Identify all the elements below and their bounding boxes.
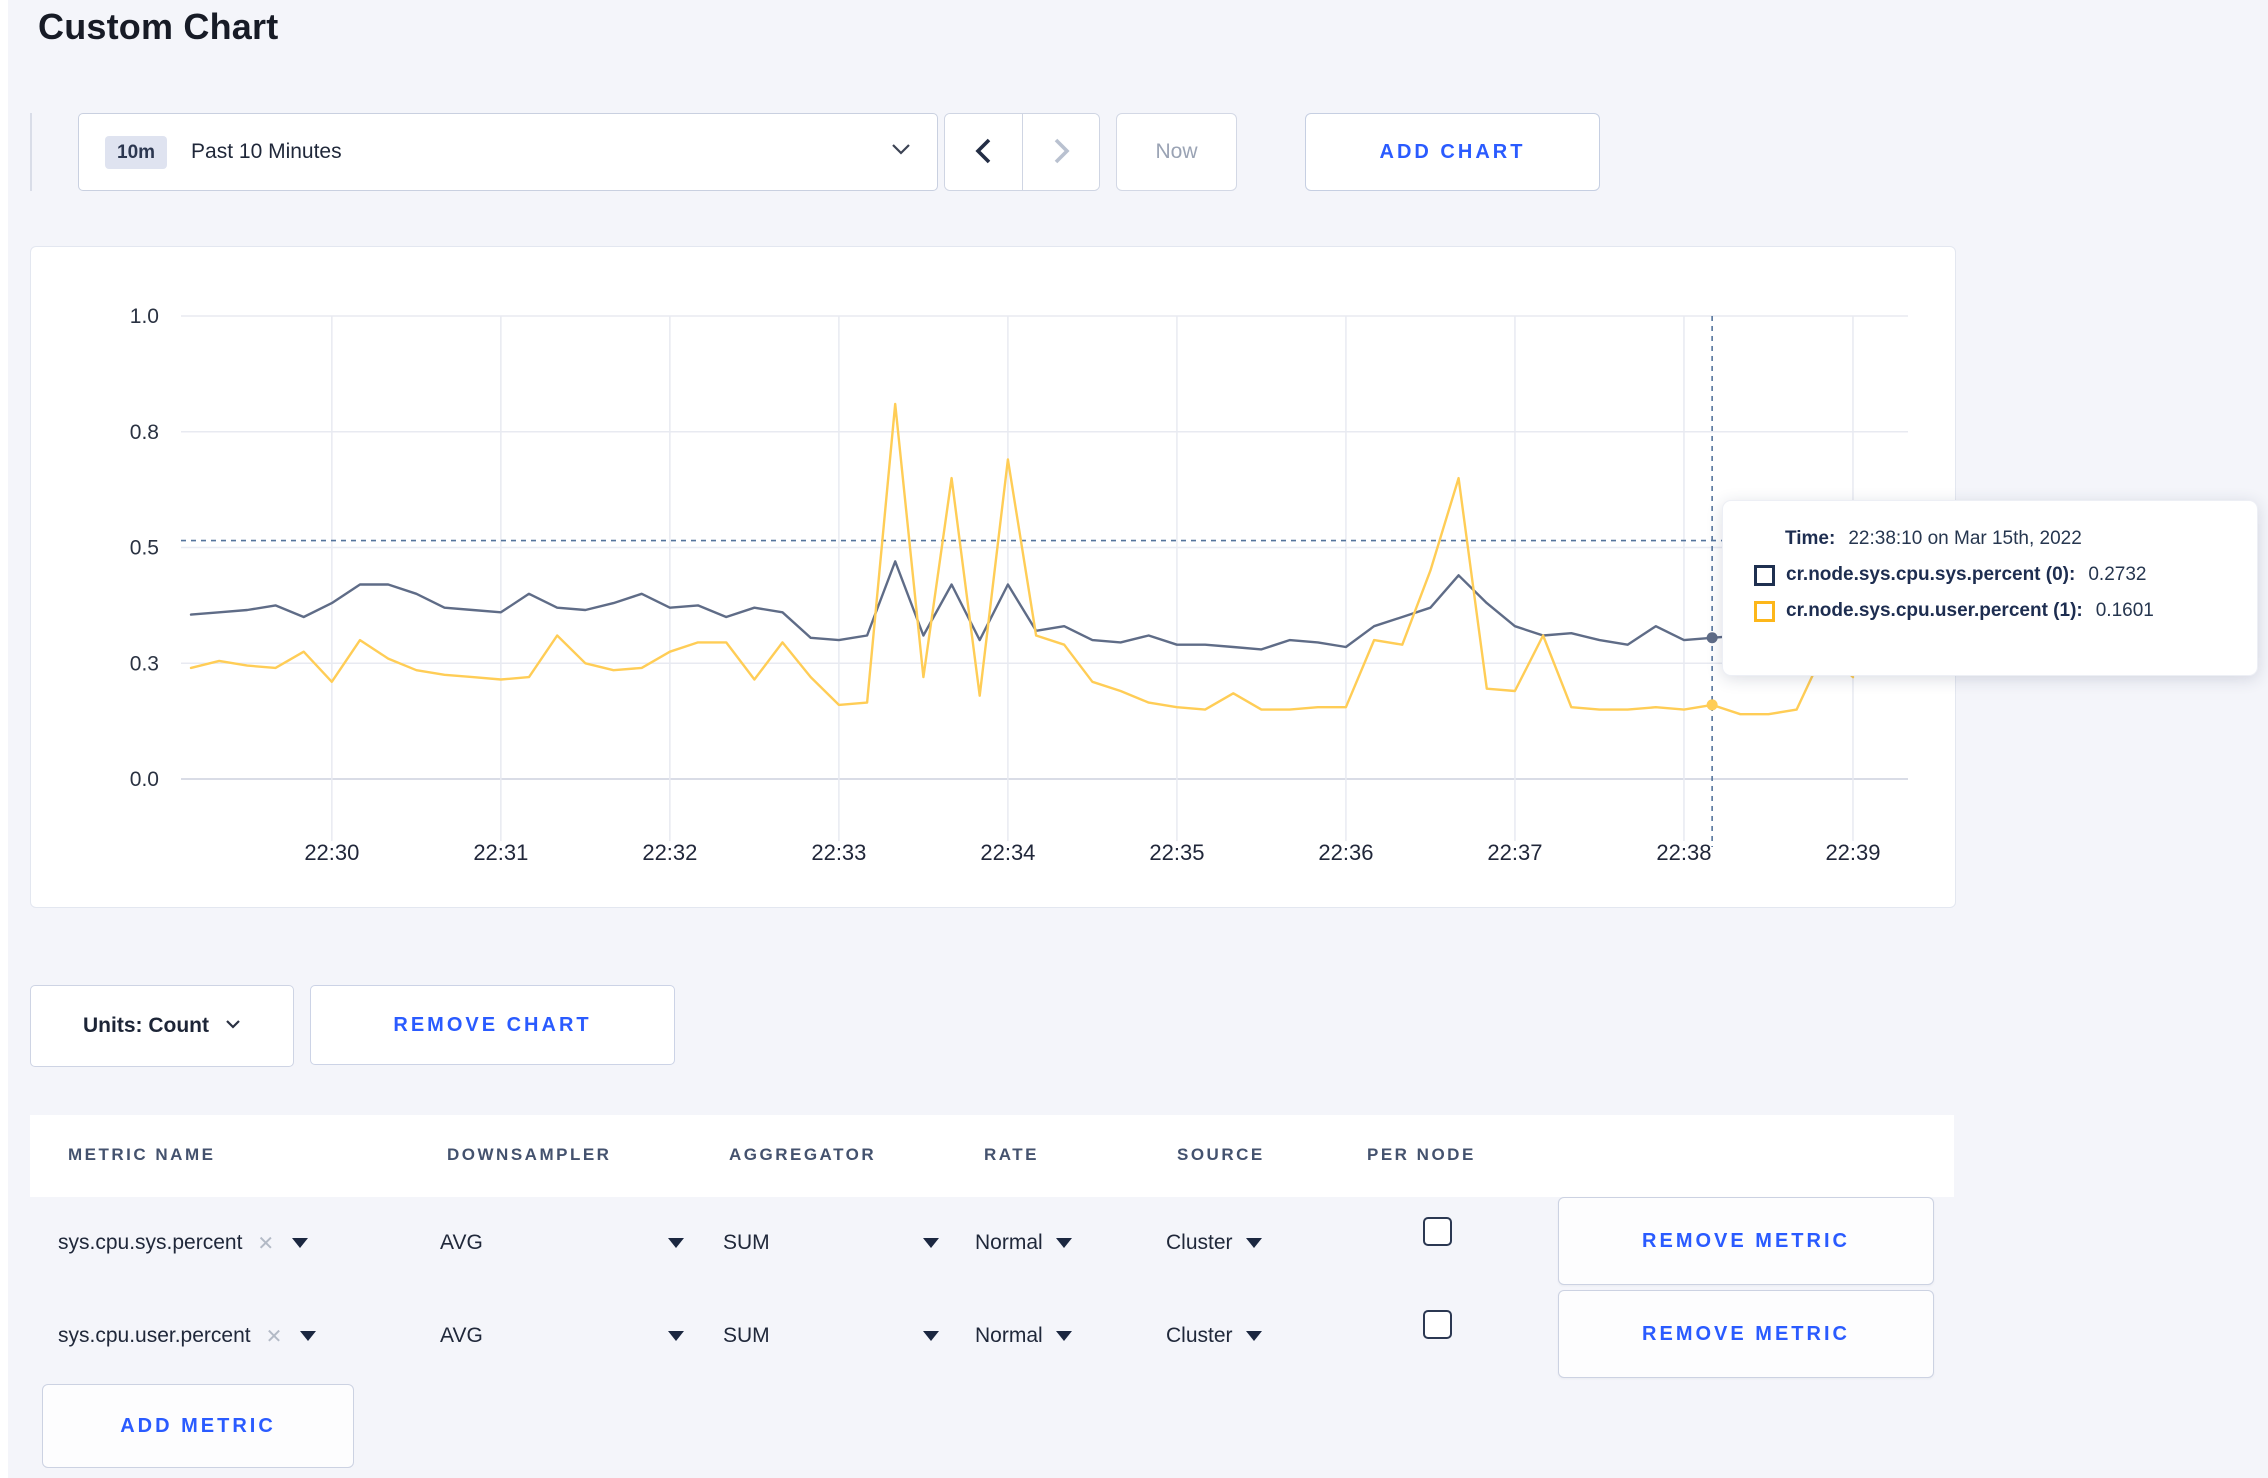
svg-text:22:38: 22:38 (1656, 840, 1711, 865)
chevron-right-icon (1052, 137, 1070, 168)
svg-text:22:35: 22:35 (1149, 840, 1204, 865)
chevron-down-icon (891, 143, 911, 161)
tooltip-time-label: Time: (1785, 528, 1836, 549)
svg-text:22:32: 22:32 (642, 840, 697, 865)
aggregator-value: SUM (723, 1231, 770, 1254)
dropdown-caret-icon (1245, 1331, 1262, 1341)
metric-name-select[interactable]: sys.cpu.user.percent ✕ (58, 1290, 317, 1382)
user-series-swatch-icon (1754, 600, 1775, 622)
svg-text:22:37: 22:37 (1487, 840, 1542, 865)
tooltip-series-label: cr.node.sys.cpu.sys.percent (0): (1786, 564, 2076, 585)
col-header-downsampler: DOWNSAMPLER (447, 1145, 612, 1164)
tooltip-series-value: 0.1601 (2095, 600, 2154, 621)
dropdown-caret-icon (1245, 1238, 1262, 1248)
svg-text:22:39: 22:39 (1825, 840, 1880, 865)
chevron-down-icon (225, 1017, 241, 1035)
metric-row: sys.cpu.sys.percent ✕ AVG SUM Normal Clu… (30, 1197, 1954, 1289)
dropdown-caret-icon[interactable] (300, 1331, 317, 1341)
tooltip-series-row: cr.node.sys.cpu.user.percent (1): 0.1601 (1754, 600, 2231, 622)
remove-chart-button[interactable]: REMOVE CHART (310, 985, 675, 1065)
time-range-select[interactable]: 10m Past 10 Minutes (78, 113, 938, 191)
chevron-left-icon (974, 137, 992, 168)
now-button[interactable]: Now (1116, 113, 1237, 191)
metric-name-value: sys.cpu.user.percent (58, 1324, 251, 1347)
col-header-metric-name: METRIC NAME (68, 1145, 216, 1164)
time-range-label: Past 10 Minutes (191, 140, 342, 163)
rate-value: Normal (975, 1231, 1043, 1254)
svg-text:0.0: 0.0 (130, 768, 159, 791)
units-select[interactable]: Units: Count (30, 985, 294, 1067)
remove-metric-button[interactable]: REMOVE METRIC (1558, 1197, 1934, 1285)
tooltip-series-label: cr.node.sys.cpu.user.percent (1): (1786, 600, 2083, 621)
col-header-rate: RATE (984, 1145, 1040, 1164)
add-chart-button[interactable]: ADD CHART (1305, 113, 1600, 191)
dropdown-caret-icon (1055, 1331, 1072, 1341)
rate-select[interactable]: Normal (975, 1290, 1072, 1382)
col-header-aggregator: AGGREGATOR (729, 1145, 877, 1164)
source-select[interactable]: Cluster (1166, 1197, 1262, 1289)
svg-text:1.0: 1.0 (130, 305, 159, 328)
custom-chart-page: Custom Chart 10m Past 10 Minutes Now ADD… (0, 0, 2268, 1478)
next-range-button[interactable] (1021, 114, 1099, 190)
col-header-per-node: PER NODE (1367, 1145, 1476, 1164)
downsampler-value: AVG (440, 1231, 483, 1254)
timeseries-chart: 0.0 0.3 0.5 0.8 1.0 22:30 22:31 22:32 22:33 22:34… (130, 305, 1908, 865)
tooltip-time-value: 22:38:10 on Mar 15th, 2022 (1848, 528, 2082, 549)
clear-metric-icon[interactable]: ✕ (266, 1324, 283, 1349)
source-select[interactable]: Cluster (1166, 1290, 1262, 1382)
add-metric-button[interactable]: ADD METRIC (42, 1384, 354, 1468)
tooltip-time-row: Time: 22:38:10 on Mar 15th, 2022 (1754, 528, 2231, 550)
col-header-source: SOURCE (1177, 1145, 1265, 1164)
downsampler-select[interactable]: AVG (440, 1290, 684, 1382)
downsampler-value: AVG (440, 1324, 483, 1347)
metrics-table-header: METRIC NAME DOWNSAMPLER AGGREGATOR RATE … (30, 1115, 1954, 1197)
metric-row: sys.cpu.user.percent ✕ AVG SUM Normal Cl… (30, 1290, 1954, 1382)
time-range-badge: 10m (105, 135, 168, 169)
prev-range-button[interactable] (945, 114, 1022, 190)
aggregator-select[interactable]: SUM (723, 1197, 939, 1289)
clear-metric-icon[interactable]: ✕ (257, 1231, 274, 1256)
svg-text:22:34: 22:34 (980, 840, 1035, 865)
aggregator-value: SUM (723, 1324, 770, 1347)
svg-text:0.5: 0.5 (130, 537, 159, 560)
tooltip-series-value: 0.2732 (2088, 564, 2147, 585)
sys-series-swatch-icon (1754, 564, 1775, 586)
svg-text:22:36: 22:36 (1318, 840, 1373, 865)
toolbar-divider (30, 113, 32, 191)
page-title: Custom Chart (38, 6, 279, 47)
aggregator-select[interactable]: SUM (723, 1290, 939, 1382)
source-value: Cluster (1166, 1231, 1233, 1254)
dropdown-caret-icon (923, 1331, 939, 1341)
remove-metric-button[interactable]: REMOVE METRIC (1558, 1290, 1934, 1378)
time-nav-group (944, 113, 1100, 191)
svg-text:22:31: 22:31 (473, 840, 528, 865)
dropdown-caret-icon (668, 1238, 684, 1248)
downsampler-select[interactable]: AVG (440, 1197, 684, 1289)
chart-tooltip: Time: 22:38:10 on Mar 15th, 2022 cr.node… (1722, 500, 2258, 676)
metric-name-value: sys.cpu.sys.percent (58, 1231, 243, 1254)
dropdown-caret-icon (923, 1238, 939, 1248)
svg-text:22:30: 22:30 (304, 840, 359, 865)
per-node-checkbox[interactable] (1423, 1216, 1452, 1246)
dropdown-caret-icon (668, 1331, 684, 1341)
metric-name-select[interactable]: sys.cpu.sys.percent ✕ (58, 1197, 309, 1289)
dropdown-caret-icon (1055, 1238, 1072, 1248)
chart-card[interactable]: 0.0 0.3 0.5 0.8 1.0 22:30 22:31 22:32 22:33 22:34… (30, 246, 1956, 908)
rate-select[interactable]: Normal (975, 1197, 1072, 1289)
source-value: Cluster (1166, 1324, 1233, 1347)
per-node-cell (1423, 1185, 1452, 1277)
units-label: Units: Count (83, 1014, 209, 1037)
svg-text:0.8: 0.8 (130, 421, 159, 444)
svg-text:0.3: 0.3 (130, 652, 159, 675)
rate-value: Normal (975, 1324, 1043, 1347)
per-node-cell (1423, 1278, 1452, 1370)
per-node-checkbox[interactable] (1423, 1309, 1452, 1339)
svg-text:22:33: 22:33 (811, 840, 866, 865)
tooltip-series-row: cr.node.sys.cpu.sys.percent (0): 0.2732 (1754, 564, 2231, 586)
dropdown-caret-icon[interactable] (292, 1238, 309, 1248)
